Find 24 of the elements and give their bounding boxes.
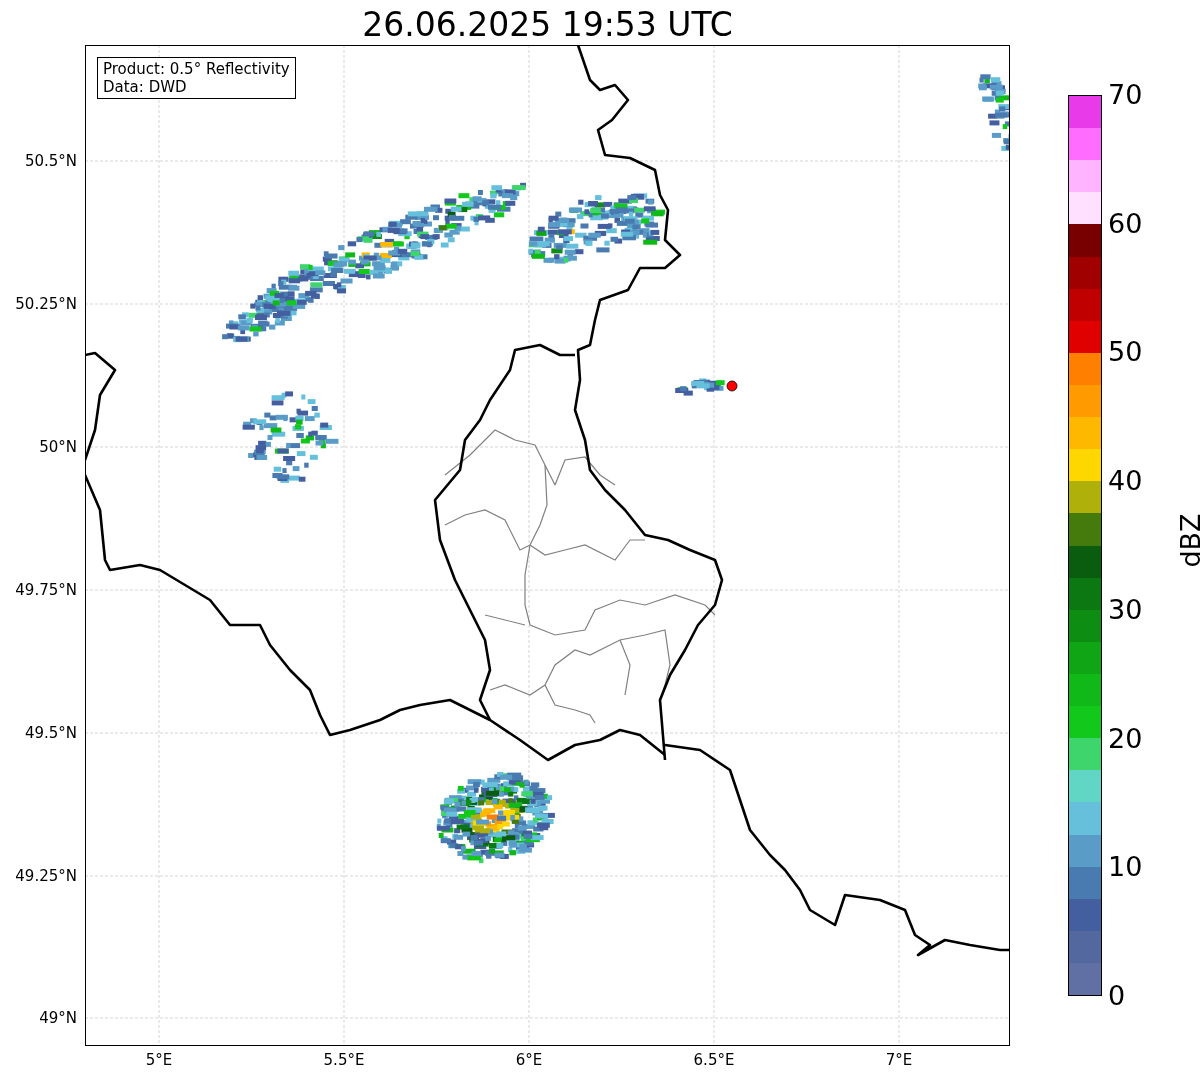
scale-tick-label: 40 xyxy=(1108,466,1143,497)
scale-tick-label: 20 xyxy=(1108,723,1143,754)
axis-tick-label: 6°E xyxy=(515,1051,543,1069)
scale-label: dBZ xyxy=(1174,513,1202,568)
axis-tick-label: 7°E xyxy=(885,1051,913,1069)
axis-tick-label: 49.25°N xyxy=(15,867,77,885)
axis-tick-label: 5°E xyxy=(145,1051,173,1069)
axis-tick-label: 50.5°N xyxy=(24,152,77,170)
axis-tick-label: 50°N xyxy=(39,438,77,456)
chart-title: 26.06.2025 19:53 UTC xyxy=(362,5,733,45)
legend-text: Data: DWD xyxy=(103,78,188,96)
axis-tick-label: 49°N xyxy=(39,1009,77,1027)
axis-tick-label: 5.5°E xyxy=(323,1051,365,1069)
scale-tick-label: 30 xyxy=(1108,594,1143,625)
axis-tick-label: 49.75°N xyxy=(15,581,77,599)
legend-text: Product: 0.5° Reflectivity xyxy=(103,60,290,78)
scale-tick-label: 70 xyxy=(1108,80,1143,110)
axis-tick-label: 50.25°N xyxy=(15,295,77,313)
scale-tick-label: 50 xyxy=(1108,337,1143,368)
axis-tick-label: 6.5°E xyxy=(693,1051,735,1069)
axis-tick-label: 49.5°N xyxy=(24,724,77,742)
scale-tick-label: 0 xyxy=(1108,981,1126,1011)
scale-tick-label: 60 xyxy=(1108,208,1143,239)
scale-tick-label: 10 xyxy=(1108,852,1143,883)
